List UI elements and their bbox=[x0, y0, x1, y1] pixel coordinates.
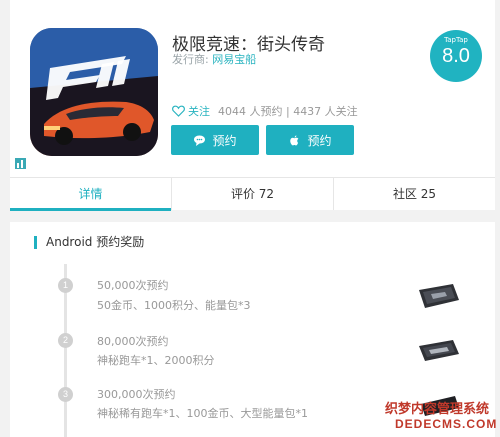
android-reserve-button[interactable]: 预约 bbox=[171, 125, 259, 155]
tab-details[interactable]: 详情 bbox=[10, 178, 172, 211]
follow-button[interactable]: 关注 bbox=[188, 103, 210, 119]
publisher: 发行商: 网易宝船 bbox=[172, 51, 256, 67]
ios-reserve-button[interactable]: 预约 bbox=[266, 125, 354, 155]
app-header-card: 极限竞速：街头传奇 发行商: 网易宝船 TapTap 8.0 关注 4044 人… bbox=[10, 0, 495, 211]
stats-text: 4044 人预约 | 4437 人关注 bbox=[218, 105, 358, 118]
car-icon bbox=[30, 28, 158, 156]
rating-brand: TapTap bbox=[444, 36, 468, 44]
chat-icon bbox=[194, 135, 206, 146]
android-reserve-label: 预约 bbox=[212, 133, 237, 148]
step-title: 50,000次预约 bbox=[97, 279, 169, 292]
energy-pack-icon bbox=[419, 284, 459, 308]
mystery-car-icon bbox=[419, 340, 459, 361]
step-desc: 神秘稀有跑车*1、100金币、大型能量包*1 bbox=[97, 407, 308, 420]
step-desc: 神秘跑车*1、2000积分 bbox=[97, 354, 215, 367]
publisher-label: 发行商: bbox=[172, 53, 209, 66]
site-watermark: 织梦内容管理系统 DEDECMS.COM bbox=[385, 396, 500, 437]
tab-reviews[interactable]: 评价 72 bbox=[172, 178, 334, 210]
rating-score: 8.0 bbox=[442, 45, 470, 67]
watermark-line1: 织梦内容管理系统 bbox=[385, 402, 490, 417]
step-desc: 50金币、1000积分、能量包*3 bbox=[97, 299, 251, 312]
badge-icon bbox=[15, 158, 26, 169]
section-title: Android 预约奖励 bbox=[34, 236, 144, 249]
step-title: 300,000次预约 bbox=[97, 388, 176, 401]
step-title: 80,000次预约 bbox=[97, 335, 169, 348]
step-number: 2 bbox=[58, 333, 73, 348]
publisher-link[interactable]: 网易宝船 bbox=[212, 53, 256, 66]
app-icon[interactable] bbox=[30, 28, 158, 156]
tab-community[interactable]: 社区 25 bbox=[334, 178, 495, 210]
step-number: 3 bbox=[58, 387, 73, 402]
watermark-line2: DEDECMS.COM bbox=[395, 417, 498, 431]
heart-icon[interactable] bbox=[172, 105, 185, 117]
apple-icon bbox=[290, 135, 299, 145]
rating-badge: TapTap 8.0 bbox=[430, 30, 482, 82]
follow-stats: 关注 4044 人预约 | 4437 人关注 bbox=[172, 103, 358, 119]
tab-bar: 详情 评价 72 社区 25 bbox=[10, 177, 495, 211]
ios-reserve-label: 预约 bbox=[307, 133, 332, 148]
step-number: 1 bbox=[58, 278, 73, 293]
